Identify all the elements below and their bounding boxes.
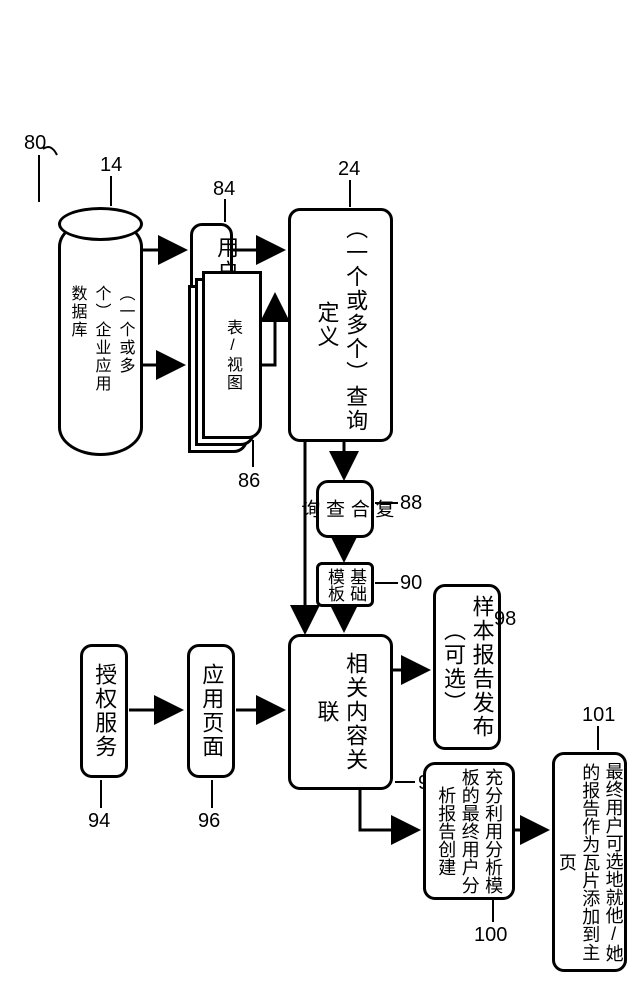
node-compound-query-label: 复合查询	[296, 489, 395, 529]
node-base-template: 基础模板	[316, 562, 374, 607]
node-end-user-create: 充分利用分析模板的最终用户分析报告创建	[423, 762, 515, 900]
node-add-tile: 最终用户可选地就他/她的报告作为瓦片添加到主页	[552, 752, 627, 972]
node-query-def: （一个或多个）查询定义	[288, 208, 393, 442]
node-database: （一个或多个）企业应用数据库	[58, 218, 143, 456]
ref-90: 90	[400, 572, 422, 595]
ref-101: 101	[582, 704, 615, 727]
node-app-page: 应用页面	[187, 644, 235, 778]
node-end-user-create-label: 充分利用分析模板的最终用户分析报告创建	[434, 768, 504, 894]
node-base-template-label: 基础模板	[323, 567, 367, 602]
node-query-def-label: （一个或多个）查询定义	[312, 217, 369, 433]
node-tables-views-label: 表/视图	[220, 319, 244, 392]
node-app-page-label: 应用页面	[197, 663, 226, 759]
node-auth-service: 授权服务	[80, 644, 128, 778]
ref-14: 14	[100, 154, 122, 177]
node-add-tile-label: 最终用户可选地就他/她的报告作为瓦片添加到主页	[554, 758, 624, 966]
node-sample-report-label: 样本报告发布（可选）	[438, 593, 495, 741]
ref-94: 94	[88, 810, 110, 833]
node-related-content: 相关内容关联	[288, 634, 393, 790]
ref-24: 24	[338, 158, 360, 181]
node-database-label: （一个或多个）企业应用数据库	[65, 285, 137, 401]
ref-98: 98	[494, 608, 516, 631]
ref-100: 100	[474, 924, 507, 947]
ref-84: 84	[213, 178, 235, 201]
ref-96: 96	[198, 810, 220, 833]
node-sample-report: 样本报告发布（可选）	[433, 584, 501, 750]
ref-88: 88	[400, 492, 422, 515]
ref-86: 86	[238, 470, 260, 493]
node-related-content-label: 相关内容关联	[312, 643, 369, 781]
node-compound-query: 复合查询	[316, 480, 374, 538]
node-auth-service-label: 授权服务	[90, 663, 119, 759]
diagram-ref-hook	[43, 145, 61, 167]
